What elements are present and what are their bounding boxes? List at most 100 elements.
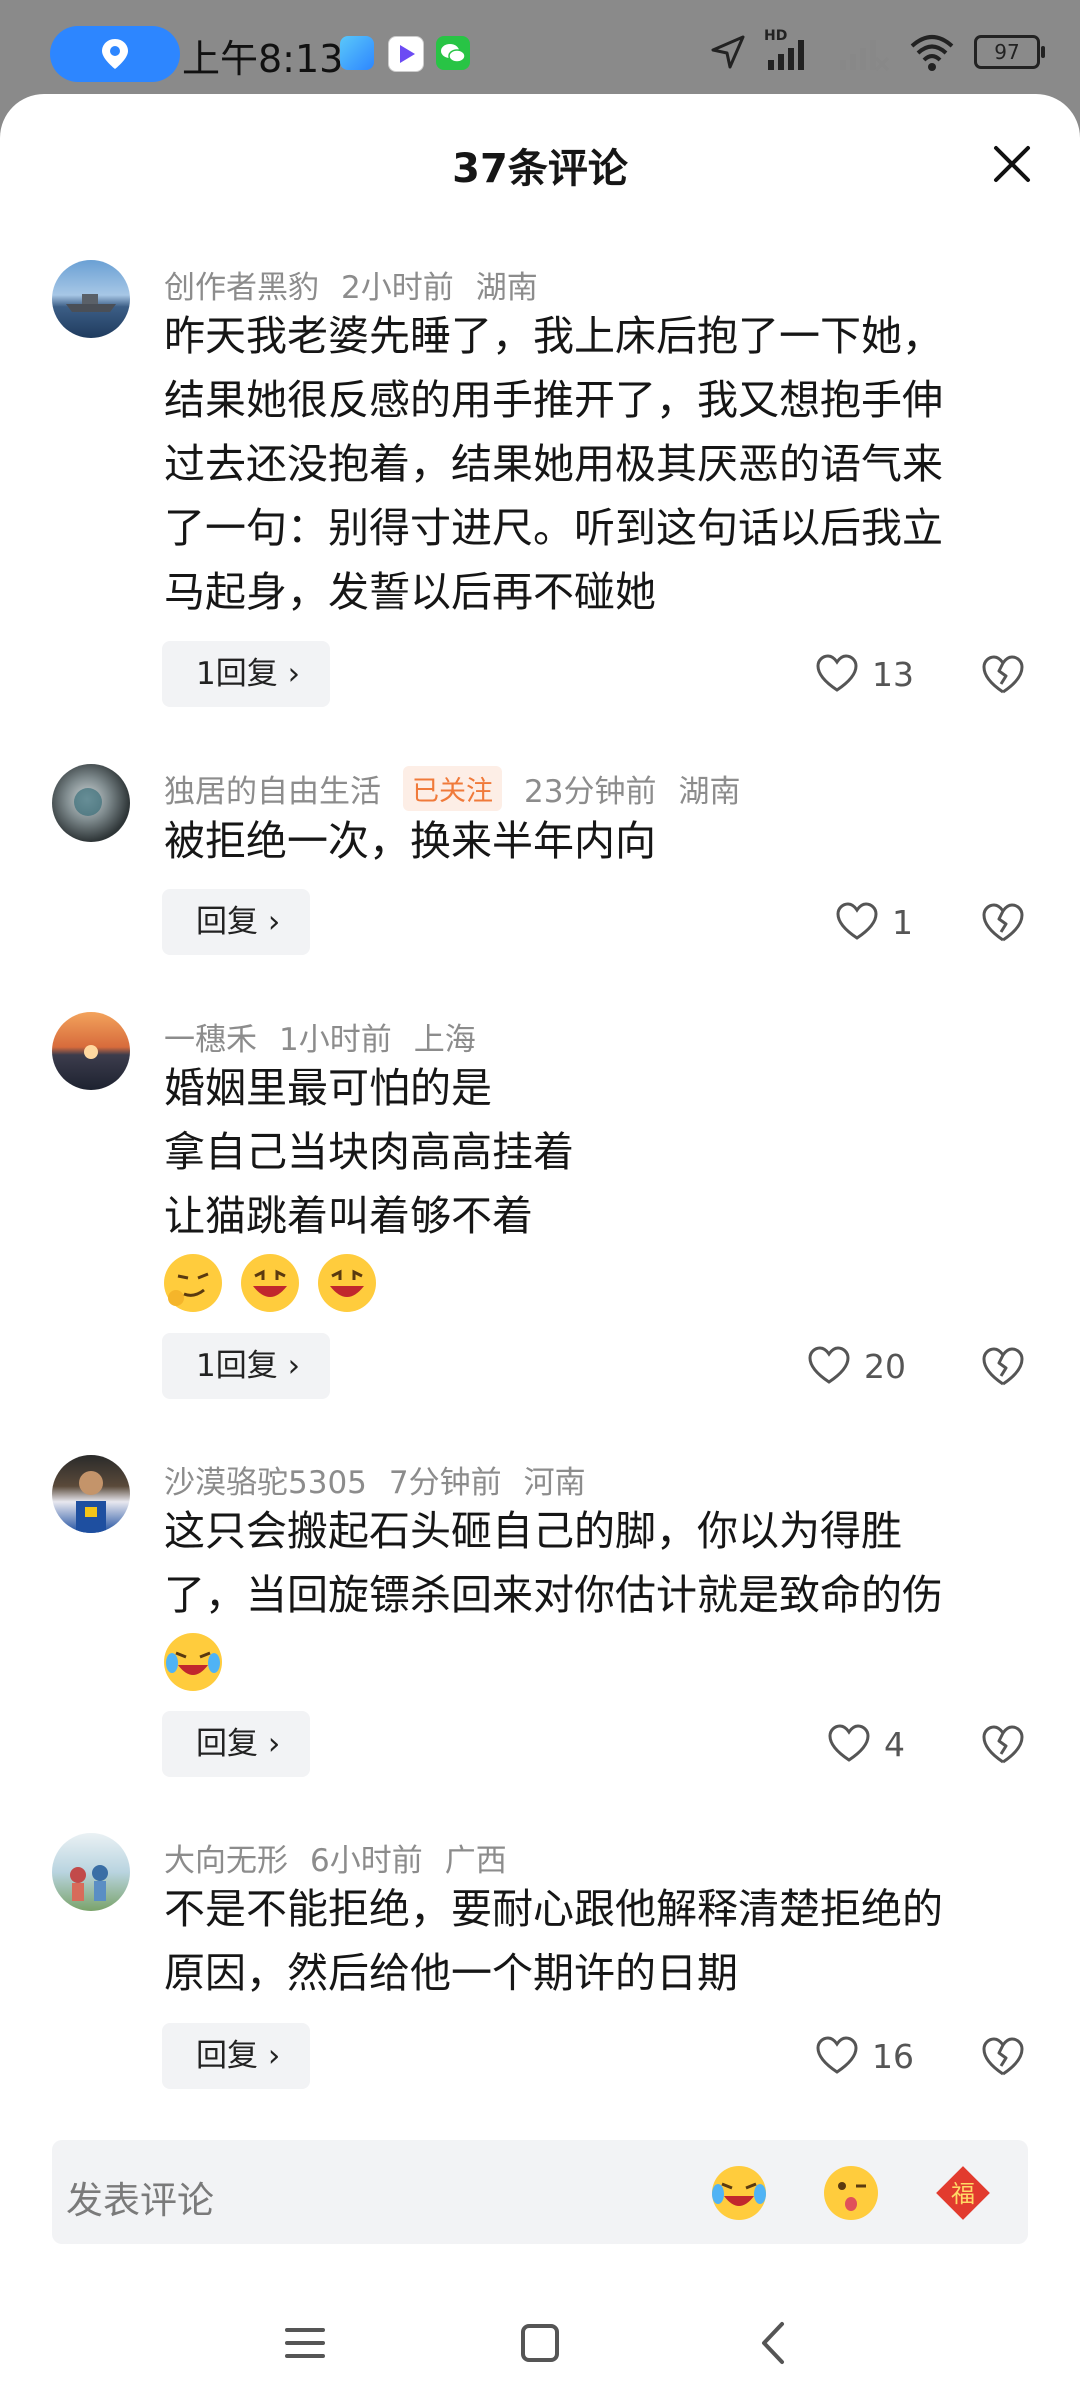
avatar[interactable]	[52, 764, 130, 842]
chevron-right-icon: ›	[267, 904, 281, 940]
like-count: 16	[872, 2036, 914, 2076]
avatar[interactable]	[52, 1012, 130, 1090]
like-count: 1	[892, 902, 913, 942]
video-app-icon	[388, 36, 424, 72]
avatar[interactable]	[52, 260, 130, 338]
comment-author[interactable]: 创作者黑豹	[164, 262, 319, 307]
comment-location: 湖南	[475, 270, 538, 306]
like-count: 20	[864, 1346, 906, 1386]
reply-button[interactable]: 1回复 ›	[162, 641, 330, 707]
comment-emojis	[164, 1627, 1024, 1693]
comments-sheet: 37条评论 创作者黑豹 2小时前 湖南 昨天我老婆先睡了，我上床后抱了一下她， …	[0, 94, 1080, 2400]
comment-line: 昨天我老婆先睡了，我上床后抱了一下她，	[164, 312, 943, 360]
laugh-emoji-icon	[318, 1254, 377, 1312]
cry-laugh-emoji-icon[interactable]	[710, 2164, 768, 2222]
comment-author[interactable]: 一穗禾	[164, 1014, 257, 1059]
like-button[interactable]: 16	[816, 2026, 914, 2086]
comment-location: 广西	[444, 1843, 507, 1879]
heart-icon	[816, 2036, 858, 2074]
broken-heart-icon[interactable]	[982, 902, 1024, 944]
sheet-title: 37条评论	[452, 146, 628, 192]
chevron-right-icon: ›	[287, 656, 300, 692]
reply-button[interactable]: 1回复 ›	[162, 1333, 330, 1399]
comment-time: 1小时前	[279, 1022, 392, 1058]
heart-icon	[836, 902, 878, 940]
like-count: 13	[872, 654, 914, 694]
broken-heart-icon[interactable]	[982, 2036, 1024, 2078]
avatar[interactable]	[52, 1455, 130, 1533]
comment-author[interactable]: 独居的自由生活	[164, 766, 381, 811]
fu-emoji-icon[interactable]: 福	[934, 2164, 992, 2222]
followed-badge: 已关注	[403, 766, 502, 811]
comment-time: 23分钟前	[524, 774, 657, 810]
close-icon[interactable]	[992, 144, 1032, 184]
like-button[interactable]: 20	[808, 1336, 906, 1396]
comment-time: 2小时前	[341, 270, 454, 306]
comment-meta: 一穗禾 1小时前 上海	[164, 1014, 498, 1059]
comment-author[interactable]: 大向无形	[164, 1835, 288, 1880]
comment-text[interactable]: 这只会搬起石头砸自己的脚，你以为得胜 了，当回旋镖杀回来对你估计就是致命的伤	[164, 1499, 1024, 1693]
comment-text[interactable]: 昨天我老婆先睡了，我上床后抱了一下她， 结果她很反感的用手推开了，我又想抱手伸 …	[164, 304, 1024, 624]
wechat-icon	[436, 36, 470, 70]
comment-line: 不是不能拒绝，要耐心跟他解释清楚拒绝的	[164, 1885, 943, 1933]
comment-meta: 沙漠骆驼5305 7分钟前 河南	[164, 1457, 608, 1502]
cry-laugh-emoji-icon	[164, 1633, 222, 1691]
chevron-right-icon: ›	[287, 1348, 300, 1384]
comment-location: 上海	[413, 1022, 476, 1058]
heart-icon	[808, 1346, 850, 1384]
broken-heart-icon[interactable]	[982, 1724, 1024, 1766]
like-button[interactable]: 4	[828, 1714, 905, 1774]
chevron-right-icon: ›	[267, 1726, 281, 1762]
reply-label: 回复	[196, 1726, 258, 1762]
comment-line: 原因，然后给他一个期许的日期	[164, 1949, 738, 1997]
navigation-arrow-icon	[711, 35, 745, 69]
comment-line: 结果她很反感的用手推开了，我又想抱手伸	[164, 376, 943, 424]
comment-input[interactable]: 发表评论 福	[52, 2140, 1028, 2244]
comment-text[interactable]: 婚姻里最可怕的是 拿自己当块肉高高挂着 让猫跳着叫着够不着	[164, 1056, 1024, 1314]
comment-line: 马起身，发誓以后再不碰她	[164, 568, 656, 616]
comment-text[interactable]: 被拒绝一次，换来半年内向	[164, 809, 1024, 873]
location-indicator[interactable]	[50, 26, 180, 82]
like-count: 4	[884, 1724, 905, 1764]
comment-location: 湖南	[678, 774, 741, 810]
signal-hd-icon: HD	[764, 28, 818, 72]
avatar[interactable]	[52, 1833, 130, 1911]
wink-tongue-emoji-icon[interactable]	[822, 2164, 880, 2222]
notification-app-icon	[340, 36, 374, 70]
status-bar: 上午8:13 HD 97	[0, 0, 1080, 100]
like-button[interactable]: 1	[836, 892, 913, 952]
reply-label: 1回复	[196, 656, 278, 692]
home-icon[interactable]	[515, 2318, 565, 2368]
status-indicators: HD 97	[710, 28, 1045, 74]
comment-location: 河南	[523, 1465, 586, 1501]
comment-time: 7分钟前	[388, 1465, 502, 1501]
reply-label: 1回复	[196, 1348, 278, 1384]
broken-heart-icon[interactable]	[982, 1346, 1024, 1388]
heart-icon	[816, 654, 858, 692]
fu-char: 福	[951, 2180, 975, 2208]
comment-input-placeholder: 发表评论	[66, 2179, 214, 2222]
menu-icon[interactable]	[280, 2318, 330, 2368]
reply-button[interactable]: 回复 ›	[162, 2023, 311, 2089]
laugh-emoji-icon	[241, 1254, 300, 1312]
wifi-icon	[910, 35, 954, 71]
signal-no-service-icon	[840, 40, 890, 72]
reply-button[interactable]: 回复 ›	[162, 1711, 311, 1777]
comment-time: 6小时前	[310, 1843, 423, 1879]
status-time: 上午8:13	[182, 37, 344, 81]
comment-line: 拿自己当块肉高高挂着	[164, 1128, 574, 1176]
comment-meta: 大向无形 6小时前 广西	[164, 1835, 529, 1880]
comment-line: 婚姻里最可怕的是	[164, 1064, 492, 1112]
broken-heart-icon[interactable]	[982, 654, 1024, 696]
back-icon[interactable]	[750, 2318, 800, 2368]
reply-label: 回复	[196, 2038, 258, 2074]
like-button[interactable]: 13	[816, 644, 914, 704]
chevron-right-icon: ›	[267, 2038, 281, 2074]
heart-icon	[828, 1724, 870, 1762]
comment-meta: 独居的自由生活 已关注 23分钟前 湖南	[164, 766, 762, 811]
comment-author[interactable]: 沙漠骆驼5305	[164, 1457, 367, 1502]
reply-button[interactable]: 回复 ›	[162, 889, 311, 955]
comment-text[interactable]: 不是不能拒绝，要耐心跟他解释清楚拒绝的 原因，然后给他一个期许的日期	[164, 1877, 1024, 2005]
comment-line: 被拒绝一次，换来半年内向	[164, 817, 656, 865]
location-pin-icon	[102, 39, 128, 69]
